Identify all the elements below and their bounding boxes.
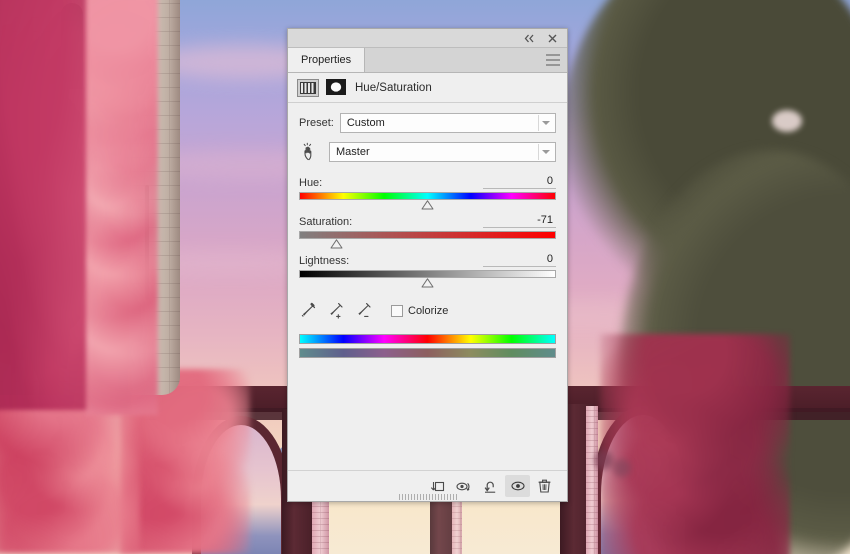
result-spectrum-bar <box>299 348 556 358</box>
preset-value: Custom <box>346 117 385 129</box>
colorize-checkbox-group[interactable]: Colorize <box>391 304 449 317</box>
panel-menu-icon[interactable] <box>546 54 560 66</box>
hue-saturation-icon[interactable] <box>297 78 319 97</box>
preset-row: Preset: Custom <box>299 113 556 133</box>
hue-track[interactable] <box>299 192 556 200</box>
bare-branch <box>588 444 640 484</box>
hue-slider-block: Hue: 0 <box>299 175 556 211</box>
ivy-edge <box>86 0 158 415</box>
panel-title-bar <box>288 29 567 48</box>
foliage-sky-gap <box>772 110 802 132</box>
eyedropper-minus-icon[interactable] <box>355 301 374 320</box>
adjustment-header: Hue/Saturation <box>288 73 567 103</box>
select-divider <box>538 115 539 131</box>
channel-value: Master <box>336 146 370 158</box>
targeted-adjustment-hand-icon[interactable] <box>299 141 323 163</box>
eyedropper-plus-icon[interactable] <box>327 301 346 320</box>
lightness-slider-thumb[interactable] <box>421 278 434 288</box>
lightness-track-wrap[interactable] <box>299 270 556 289</box>
saturation-track-wrap[interactable] <box>299 231 556 250</box>
panel-tab-strip[interactable]: Properties <box>288 48 567 73</box>
close-icon[interactable] <box>546 32 559 45</box>
lightness-value-field[interactable]: 0 <box>483 253 556 267</box>
saturation-slider-block: Saturation: -71 <box>299 214 556 250</box>
source-spectrum-bar <box>299 334 556 344</box>
layer-mask-icon[interactable] <box>326 78 348 97</box>
hue-track-wrap[interactable] <box>299 192 556 211</box>
hue-slider-head: Hue: 0 <box>299 175 556 189</box>
saturation-value-field[interactable]: -71 <box>483 214 556 228</box>
saturation-slider-head: Saturation: -71 <box>299 214 556 228</box>
colorize-label: Colorize <box>408 304 449 317</box>
lightness-slider-head: Lightness: 0 <box>299 253 556 267</box>
lightness-slider-block: Lightness: 0 <box>299 253 556 289</box>
chevron-down-icon <box>542 121 550 125</box>
collapse-panel-icon[interactable] <box>523 32 536 45</box>
tab-properties[interactable]: Properties <box>288 48 366 72</box>
properties-panel[interactable]: Properties Hue/Saturation Preset: Custom… <box>287 28 568 502</box>
hue-slider-thumb[interactable] <box>421 200 434 210</box>
saturation-label: Saturation: <box>299 216 353 228</box>
panel-body: Preset: Custom Master Hue: 0 Saturation:… <box>288 103 567 470</box>
preset-label: Preset: <box>299 117 334 129</box>
eyedropper-icon[interactable] <box>299 301 318 320</box>
chevron-down-icon <box>542 150 550 154</box>
hue-label: Hue: <box>299 177 323 189</box>
panel-resize-grip[interactable] <box>288 492 567 501</box>
hue-value-field[interactable]: 0 <box>483 175 556 189</box>
saturation-slider-thumb[interactable] <box>330 239 343 249</box>
tab-properties-label: Properties <box>301 54 352 66</box>
channel-row: Master <box>299 141 556 163</box>
colorize-checkbox[interactable] <box>391 304 403 317</box>
adjustment-title: Hue/Saturation <box>355 81 432 94</box>
preset-select[interactable]: Custom <box>339 113 556 133</box>
lightness-label: Lightness: <box>299 255 350 267</box>
channel-select[interactable]: Master <box>329 142 556 162</box>
select-divider <box>538 144 539 160</box>
lightness-track[interactable] <box>299 270 556 278</box>
saturation-track[interactable] <box>299 231 556 239</box>
eyedropper-row: Colorize <box>299 301 556 320</box>
